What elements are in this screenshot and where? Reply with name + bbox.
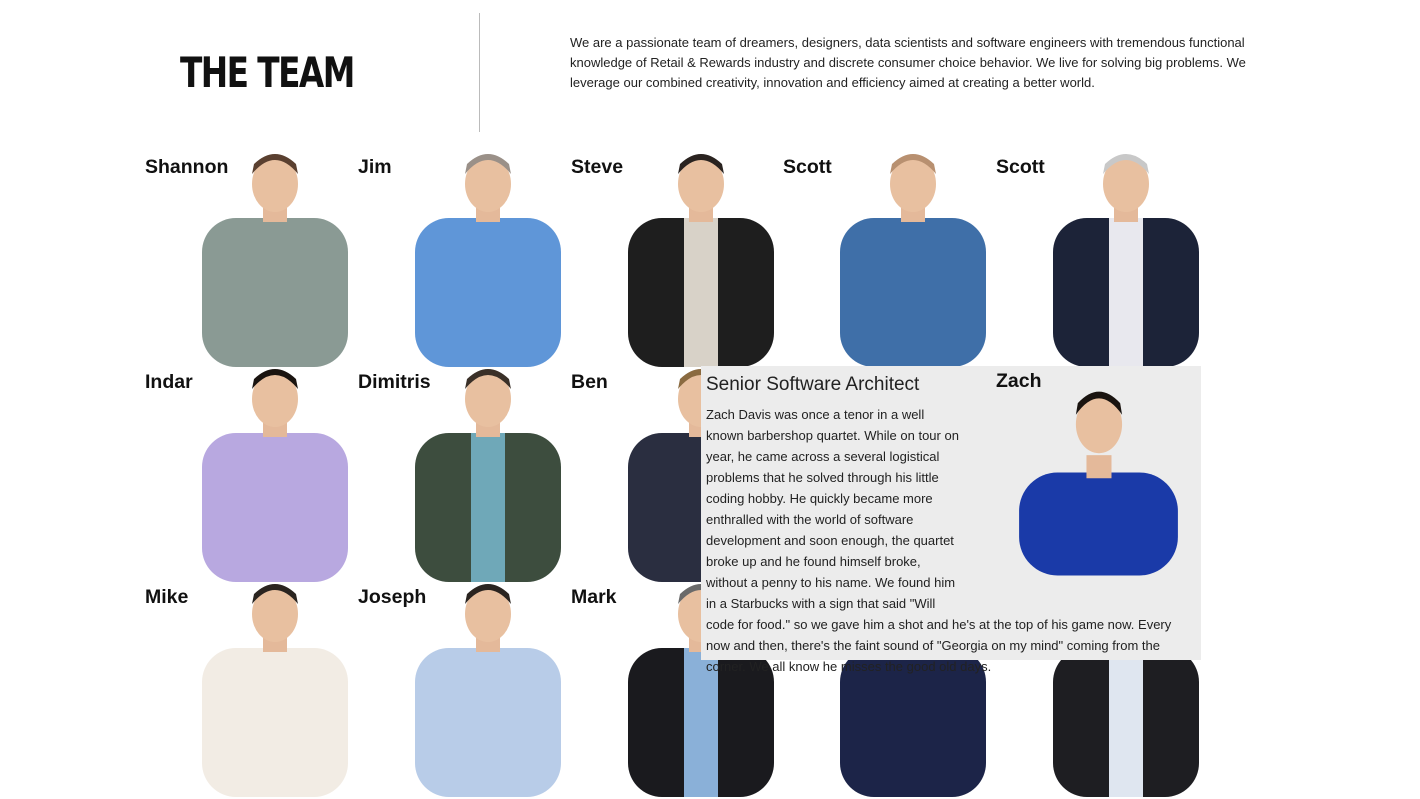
team-member-card[interactable]: Steve: [570, 152, 783, 367]
member-name: Shannon: [145, 156, 229, 178]
member-photo: [628, 154, 774, 367]
member-detail-card[interactable]: Zach Senior Software Architect Zach Davi…: [701, 366, 1201, 674]
member-name: Scott: [996, 156, 1045, 178]
team-member-card[interactable]: Shannon: [144, 152, 357, 367]
member-name: Indar: [145, 371, 193, 393]
team-member-card[interactable]: Jim: [357, 152, 570, 367]
member-name: Joseph: [358, 586, 427, 608]
member-name: Zach: [996, 370, 1042, 392]
member-photo: [202, 584, 348, 797]
member-photo: [202, 154, 348, 367]
member-photo: [415, 584, 561, 797]
member-photo: [1053, 154, 1199, 367]
member-bio: Zach Davis was once a tenor in a well kn…: [706, 407, 1172, 674]
member-name: Jim: [358, 156, 392, 178]
team-member-card[interactable]: Dimitris: [357, 367, 570, 582]
team-intro: We are a passionate team of dreamers, de…: [570, 35, 1246, 90]
team-member-card[interactable]: Scott: [995, 152, 1208, 367]
team-member-card[interactable]: Scott: [782, 152, 995, 367]
member-photo: [840, 154, 986, 367]
member-photo: [415, 154, 561, 367]
member-name: Dimitris: [358, 371, 431, 393]
member-photo: [415, 369, 561, 582]
member-role: Senior Software Architect: [706, 374, 920, 395]
member-photo: [202, 369, 348, 582]
team-member-card[interactable]: Mike: [144, 582, 357, 797]
page-title: THE TEAM: [180, 48, 355, 97]
member-name: Mark: [571, 586, 617, 608]
team-member-card[interactable]: Indar: [144, 367, 357, 582]
header-divider: [479, 13, 480, 132]
team-member-card[interactable]: Joseph: [357, 582, 570, 797]
member-name: Ben: [571, 371, 608, 393]
member-name: Mike: [145, 586, 189, 608]
member-name: Steve: [571, 156, 624, 178]
member-name: Scott: [783, 156, 832, 178]
